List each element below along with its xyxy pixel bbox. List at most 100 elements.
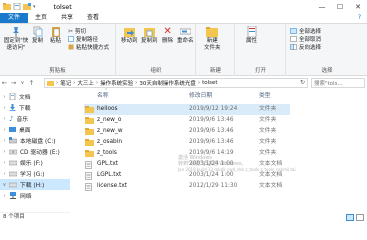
- column-header-date[interactable]: 修改日期: [189, 91, 212, 101]
- properties-icon[interactable]: [13, 3, 21, 10]
- pin-quick-access-button[interactable]: 固定到"快速访问": [3, 26, 29, 51]
- file-name: z_new_w: [97, 128, 123, 134]
- file-date: 2019/9/6 13:46: [189, 139, 234, 145]
- column-header-name[interactable]: 名称: [97, 91, 109, 101]
- copy-button[interactable]: 复制: [32, 26, 43, 45]
- file-date: 2019/9/6 13:46: [189, 128, 234, 134]
- expand-icon[interactable]: ›: [0, 138, 9, 144]
- breadcrumb-item[interactable]: 操作系统实验: [100, 79, 133, 87]
- properties-button[interactable]: 属性: [246, 26, 257, 45]
- rename-button[interactable]: 重命名: [177, 26, 194, 45]
- forward-button[interactable]: →: [9, 79, 18, 87]
- sidebar-item-cd-drive[interactable]: › CD 驱动器 (E:): [0, 146, 70, 157]
- sidebar-item-drive-g[interactable]: › 学习 (G:): [0, 168, 70, 179]
- copy-icon: [33, 26, 42, 37]
- select-all-button[interactable]: 全部选择: [290, 27, 321, 35]
- maximize-button[interactable]: ☐: [331, 0, 349, 13]
- large-icons-view-button[interactable]: [356, 214, 364, 221]
- chevron-down-icon[interactable]: ▾: [33, 4, 36, 10]
- expand-icon[interactable]: ›: [0, 94, 9, 100]
- tab-share[interactable]: 共享: [54, 13, 80, 23]
- breadcrumb-item[interactable]: 大三上: [77, 79, 94, 87]
- copy-to-button[interactable]: 复制到: [141, 26, 158, 45]
- folder-icon: [85, 106, 94, 113]
- expand-icon[interactable]: ›: [0, 193, 9, 199]
- sidebar-item-drive-h[interactable]: ∨ 下载 (H:): [0, 179, 70, 190]
- recent-locations-button[interactable]: ∨: [18, 80, 27, 86]
- up-button[interactable]: ↑: [27, 79, 36, 87]
- tab-file[interactable]: 文件: [0, 13, 29, 23]
- expand-icon[interactable]: ∨: [0, 182, 9, 188]
- help-icon[interactable]: ?: [358, 13, 361, 23]
- desktop-icon: [9, 127, 16, 132]
- properties-label: 属性: [246, 38, 258, 44]
- sidebar-item-downloads[interactable]: › 下载: [0, 102, 70, 113]
- drive-c-icon: [9, 137, 17, 144]
- search-input[interactable]: 搜索"tols...: [311, 78, 365, 88]
- copy-path-button[interactable]: 复制路径: [68, 35, 98, 43]
- watermark-line: Jan 2019 build 13 mkdir cwd_dsk z_tools …: [178, 167, 296, 172]
- table-row[interactable]: z_new_o 2019/9/6 13:46 文件夹: [84, 115, 290, 126]
- delete-button[interactable]: ✕ 删除: [162, 26, 173, 45]
- paste-shortcut-button[interactable]: 粘贴快捷方式: [68, 43, 109, 51]
- sidebar-item-drive-f[interactable]: › 娱乐 (F:): [0, 157, 70, 168]
- table-row[interactable]: z_osabin 2019/9/6 13:46 文件夹: [84, 137, 290, 148]
- open-group: 属性 打开: [236, 24, 286, 76]
- expand-icon[interactable]: ›: [0, 105, 9, 111]
- sidebar-item-desktop[interactable]: › 桌面: [0, 124, 70, 135]
- copy-path-label: 复制路径: [76, 37, 99, 43]
- breadcrumb-separator: ›: [197, 80, 201, 86]
- paste-label: 粘贴: [50, 38, 62, 44]
- organize-group-label: 组织: [150, 68, 162, 74]
- table-row[interactable]: helloos 2019/9/12 19:24 文件夹: [84, 104, 290, 115]
- breadcrumb-item[interactable]: 笔记: [60, 79, 71, 87]
- sidebar-item-music[interactable]: › ♪ 音乐: [0, 113, 70, 124]
- select-group-label: 选择: [321, 68, 333, 74]
- new-folder-icon: [206, 27, 219, 37]
- cut-label: 剪切: [75, 29, 87, 35]
- tab-home[interactable]: 主页: [28, 13, 54, 23]
- select-group: 全部选择 全部取消 反向选择 选择: [287, 24, 367, 76]
- sidebar-item-label: 学习 (G:): [20, 172, 45, 178]
- expand-icon[interactable]: ›: [0, 171, 9, 177]
- details-view-button[interactable]: [346, 214, 354, 221]
- paste-button[interactable]: 粘贴: [50, 26, 61, 45]
- sidebar-item-documents[interactable]: › 文档: [0, 91, 70, 102]
- back-button[interactable]: ←: [0, 79, 9, 87]
- tab-view[interactable]: 查看: [80, 13, 106, 23]
- new-folder-button[interactable]: 新建 文件夹: [204, 26, 221, 51]
- breadcrumb-item[interactable]: 30天自制操作系统光盘: [139, 79, 196, 87]
- drive-icon: [9, 182, 17, 188]
- sidebar-item-label: 音乐: [16, 117, 29, 123]
- table-row[interactable]: license.txt 2012/1/29 11:30 文本文档: [84, 181, 290, 192]
- expand-icon[interactable]: ›: [0, 149, 9, 155]
- sidebar-item-drive-c[interactable]: › 本地磁盘 (C:): [0, 135, 70, 146]
- folder-icon: [3, 3, 11, 10]
- invert-selection-label: 反向选择: [299, 45, 322, 51]
- expand-icon[interactable]: ›: [0, 160, 9, 166]
- invert-selection-icon: [290, 44, 297, 50]
- expand-icon[interactable]: ›: [0, 127, 9, 133]
- rename-label: 重命名: [177, 38, 194, 44]
- activation-watermark: 激活 Windows 转到"设置"以激活 Windows。 Jan 2019 b…: [178, 155, 296, 173]
- move-to-button[interactable]: 移动到: [121, 26, 138, 45]
- select-none-button[interactable]: 全部取消: [290, 35, 321, 43]
- organize-group: 移动到 复制到 ✕ 删除 重命名 组织: [117, 24, 196, 76]
- clipboard-group-label: 剪贴板: [49, 68, 66, 74]
- minimize-button[interactable]: —: [313, 0, 331, 13]
- expand-icon[interactable]: ›: [0, 116, 9, 122]
- refresh-button[interactable]: ↻: [300, 79, 305, 86]
- column-header-type[interactable]: 类型: [259, 91, 271, 101]
- drive-icon: [9, 171, 17, 177]
- new-folder-icon[interactable]: [23, 3, 31, 10]
- breadcrumb-item[interactable]: tolset: [202, 80, 217, 86]
- file-type: 文件夹: [259, 117, 277, 123]
- cut-button[interactable]: ✂ 剪切: [68, 27, 87, 36]
- sidebar-item-network[interactable]: › 网络: [0, 190, 70, 201]
- invert-selection-button[interactable]: 反向选择: [290, 43, 321, 51]
- open-group-label: 打开: [254, 68, 266, 74]
- address-box[interactable]: › 笔记 › 大三上 › 操作系统实验 › 30天自制操作系统光盘 › tols…: [44, 78, 308, 88]
- table-row[interactable]: z_new_w 2019/9/6 13:46 文件夹: [84, 126, 290, 137]
- copy-path-icon: [68, 36, 74, 42]
- close-button[interactable]: ✕: [349, 0, 367, 13]
